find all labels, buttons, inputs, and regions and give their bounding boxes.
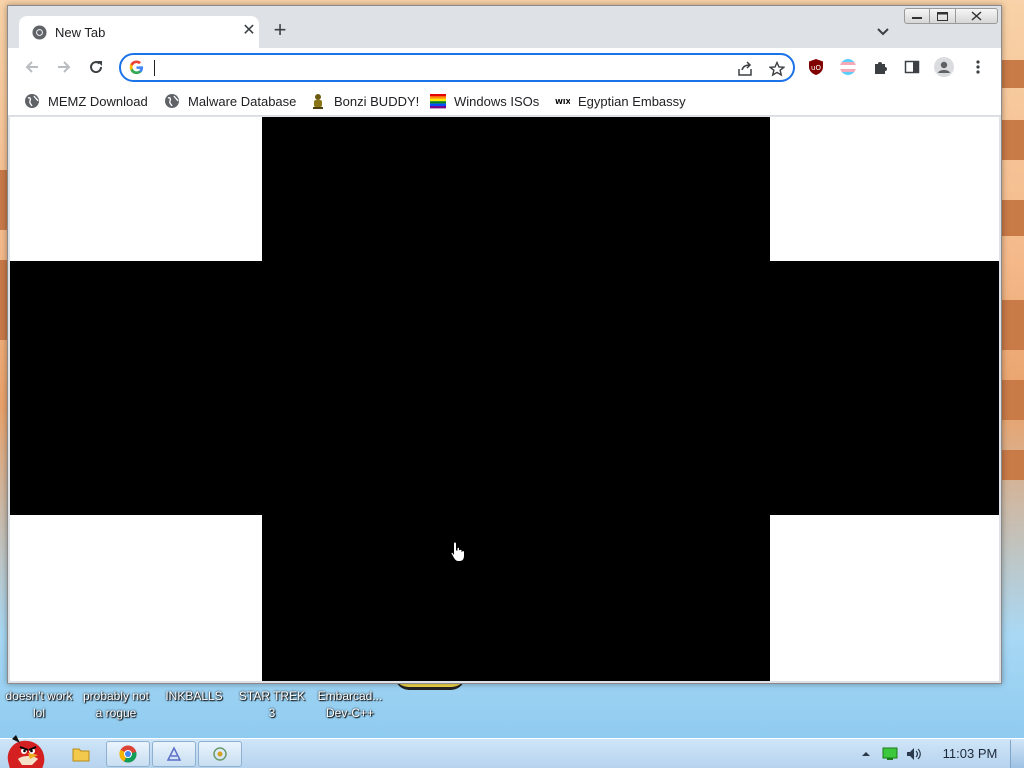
globe-icon (164, 93, 180, 109)
taskbar-app-button[interactable] (152, 741, 196, 767)
taskbar-app-button[interactable] (198, 741, 242, 767)
extensions-puzzle-icon[interactable] (870, 57, 890, 77)
close-tab-icon[interactable]: ✕ (240, 22, 258, 40)
title-bar: New Tab ✕ + (8, 6, 1001, 49)
desktop-icon-label: doesn't work lol (5, 689, 73, 720)
close-icon (971, 11, 982, 21)
new-tab-button[interactable]: + (270, 19, 290, 41)
back-arrow-icon (25, 61, 38, 73)
desktop-icon-label: Embarcad... Dev-C++ (317, 689, 383, 720)
maximize-button[interactable] (930, 8, 956, 24)
toolbar: uO (8, 48, 1001, 86)
google-g-icon (129, 60, 144, 75)
desktop-icon-doesnt-work[interactable]: doesn't work lol (3, 688, 75, 722)
bookmark-label: Egyptian Embassy (578, 93, 686, 109)
taskbar-clock[interactable]: 11:03 PM (935, 746, 1005, 761)
side-panel-icon[interactable] (902, 57, 922, 77)
rainbow-flag-icon (430, 93, 446, 109)
forward-button[interactable] (54, 57, 74, 77)
hand-cursor-icon (450, 541, 465, 562)
desktop-icon-label: STAR TREK 3 (238, 689, 306, 720)
bookmark-memz-download[interactable]: MEMZ Download (24, 91, 148, 111)
browser-window: New Tab ✕ + uO MEMZ Download Malware Dat… (7, 5, 1002, 684)
bookmark-windows-isos[interactable]: Windows ISOs (430, 91, 539, 111)
bookmark-egyptian-embassy[interactable]: WIX Egyptian Embassy (554, 91, 686, 111)
tab-new-tab[interactable]: New Tab ✕ (19, 16, 259, 49)
desktop-icon-probably-not-a-rogue[interactable]: probably not a rogue (80, 688, 152, 722)
trans-flag-extension-icon[interactable] (838, 57, 858, 77)
bookmark-label: Windows ISOs (454, 93, 540, 109)
close-window-button[interactable] (956, 8, 998, 24)
globe-icon (24, 93, 40, 109)
share-icon[interactable] (736, 60, 754, 78)
network-icon[interactable] (882, 746, 898, 762)
tray-overflow-chevron-icon[interactable] (858, 746, 874, 762)
app-icon (213, 747, 227, 761)
restore-icon (937, 11, 948, 21)
volume-icon[interactable] (906, 746, 922, 762)
start-button-angry-bird-icon[interactable] (2, 731, 50, 768)
svg-text:uO: uO (811, 64, 821, 72)
desktop-icon-star-trek-3[interactable]: STAR TREK 3 (236, 688, 308, 722)
minimize-icon (912, 17, 922, 19)
page-content[interactable] (10, 117, 999, 681)
show-desktop-button[interactable] (1010, 740, 1024, 768)
back-button[interactable] (22, 57, 42, 77)
desktop-icon-label: probably not a rogue (82, 689, 150, 720)
minimize-button[interactable] (904, 8, 930, 24)
desktop-icon-embarcadero-dev-cpp[interactable]: Embarcad... Dev-C++ (314, 688, 386, 722)
ublock-origin-icon[interactable]: uO (806, 57, 826, 77)
bookmark-label: Bonzi BUDDY! (334, 93, 420, 109)
text-caret (154, 60, 155, 76)
desktop-icon-label: INKBALLS (165, 689, 223, 703)
chrome-icon (119, 745, 137, 763)
wix-logo-text: WIX (555, 98, 570, 106)
menu-kebab-icon[interactable] (968, 57, 988, 77)
desktop-icon-inkballs[interactable]: INKBALLS (158, 688, 230, 705)
reload-button[interactable] (86, 57, 106, 77)
reload-icon (90, 61, 103, 74)
bookmark-label: MEMZ Download (48, 93, 148, 109)
tab-search-chevron-icon[interactable] (874, 22, 892, 40)
wix-icon: WIX (554, 93, 570, 109)
forward-arrow-icon (58, 61, 71, 73)
taskbar-chrome-button[interactable] (106, 741, 150, 767)
black-block-horizontal (10, 261, 999, 515)
address-bar[interactable] (119, 53, 795, 82)
tab-title: New Tab (55, 25, 106, 40)
bookmark-label: Malware Database (188, 93, 297, 109)
bookmark-star-icon[interactable] (768, 60, 786, 78)
chrome-icon (32, 25, 47, 40)
bookmark-bonzi-buddy[interactable]: Bonzi BUDDY! (310, 91, 419, 111)
taskbar: 11:03 PM (0, 735, 1024, 768)
folder-icon[interactable] (72, 745, 90, 763)
window-controls (904, 8, 998, 24)
app-icon (166, 746, 182, 761)
bookmarks-bar: MEMZ Download Malware Database Bonzi BUD… (8, 86, 1001, 116)
bookmark-malware-database[interactable]: Malware Database (164, 91, 296, 111)
bonzi-icon (310, 93, 326, 109)
address-input[interactable] (157, 58, 717, 78)
profile-avatar-icon[interactable] (934, 57, 954, 77)
